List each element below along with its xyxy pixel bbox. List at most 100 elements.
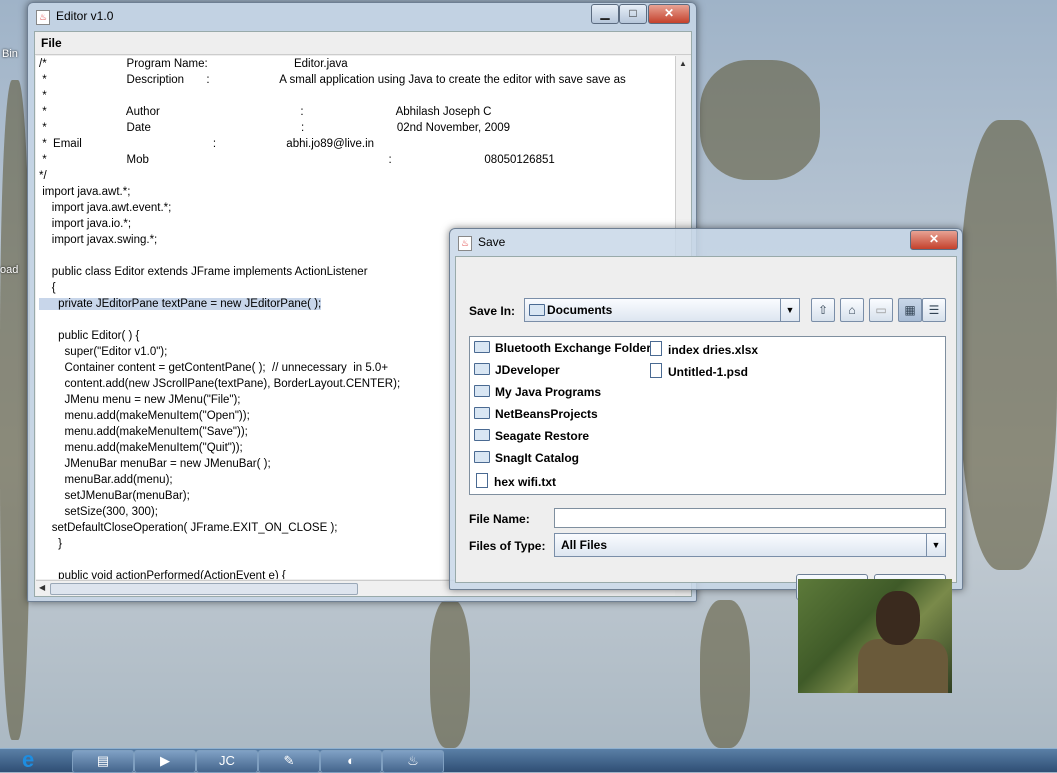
file-list[interactable]: Bluetooth Exchange Folder JDeveloper My Ja… (469, 336, 946, 495)
files-of-type-label: Files of Type: (469, 539, 546, 553)
folder-icon (474, 451, 490, 463)
folder-icon (474, 385, 490, 397)
file-icon (650, 341, 662, 356)
code-line: } (39, 538, 63, 550)
list-item[interactable]: Untitled-1.psd (648, 363, 748, 381)
list-item[interactable]: hex wifi.txt (474, 473, 556, 491)
scroll-up-icon[interactable]: ▲ (679, 59, 687, 68)
code-line: content.add(new JScrollPane(textPane), B… (39, 378, 401, 390)
list-item-label: index dries.xlsx (668, 343, 759, 357)
code-line: * Email : abhi.jo89@live.in (39, 138, 375, 150)
save-dialog-titlebar[interactable]: ♨ Save ✕ (450, 229, 962, 255)
desktop-icon-label[interactable]: Bin (2, 48, 18, 60)
code-line: setDefaultCloseOperation( JFrame.EXIT_ON… (39, 522, 338, 534)
code-line: setJMenuBar(menuBar); (39, 490, 190, 502)
list-item[interactable]: JDeveloper (474, 363, 560, 381)
taskbar-app-button[interactable]: ▶ (134, 750, 196, 773)
code-line: menu.add(makeMenuItem("Quit")); (39, 442, 243, 454)
dialog-title: Save (478, 235, 506, 249)
code-line: * Author : Abhilash Joseph C (39, 106, 492, 118)
taskbar-app-button[interactable]: ♨ (382, 750, 444, 773)
palm-tree-decoration (0, 80, 30, 740)
minimize-button[interactable]: ▁ (591, 4, 619, 24)
folder-icon (474, 363, 490, 375)
file-name-label: File Name: (469, 512, 530, 526)
code-line: /* Program Name: Editor.java (39, 58, 348, 70)
code-line: * Mob : 08050126851 (39, 154, 555, 166)
taskbar-app-icon: JC (219, 753, 235, 768)
photo-person-body (858, 639, 948, 693)
list-item[interactable]: My Java Programs (474, 385, 601, 403)
code-line: JMenuBar menuBar = new JMenuBar( ); (39, 458, 271, 470)
palm-tree-decoration (700, 60, 820, 180)
code-line: import java.awt.*; (39, 186, 131, 198)
save-dialog-client: Save In: Documents ▼ ⇧ ⌂ ▭ ▦ ☰ Bluetooth… (455, 256, 957, 600)
taskbar-app-icon: ♨ (407, 753, 419, 768)
list-item[interactable]: NetBeansProjects (474, 407, 598, 425)
home-button[interactable]: ⌂ (840, 298, 864, 322)
list-item[interactable]: index dries.xlsx (648, 341, 758, 359)
maximize-button[interactable]: □ (619, 4, 647, 24)
folder-icon (529, 304, 545, 316)
palm-tree-decoration (960, 120, 1057, 570)
taskbar-app-button[interactable]: JC (196, 750, 258, 773)
details-view-button[interactable]: ☰ (922, 298, 946, 322)
file-icon (476, 473, 488, 488)
file-icon (650, 363, 662, 378)
code-line: public void actionPerformed(ActionEvent … (39, 570, 286, 579)
chevron-down-icon[interactable]: ▼ (926, 534, 945, 556)
code-line: menu.add(makeMenuItem("Open")); (39, 410, 250, 422)
list-item-label: My Java Programs (495, 385, 602, 399)
files-of-type-combo[interactable]: All Files ▼ (554, 533, 946, 557)
taskbar-app-button[interactable]: ✎ (258, 750, 320, 773)
taskbar-app-button[interactable]: ◐ (320, 750, 382, 773)
code-line: menuBar.add(menu); (39, 474, 173, 486)
start-button[interactable]: e (22, 747, 56, 772)
file-name-input[interactable] (554, 508, 946, 528)
code-line: Container content = getContentPane( ); /… (39, 362, 389, 374)
palm-tree-decoration (700, 600, 750, 748)
list-item-label: JDeveloper (495, 363, 560, 377)
folder-icon (474, 407, 490, 419)
code-line: { (39, 282, 56, 294)
code-line: import java.io.*; (39, 218, 132, 230)
code-line: private JEditorPane textPane = new JEdit… (39, 298, 322, 310)
editor-titlebar[interactable]: ♨ Editor v1.0 ▁ □ ✕ (28, 3, 696, 29)
menu-bar: File (35, 32, 691, 55)
photo-person-face (876, 591, 920, 645)
close-button[interactable]: ✕ (910, 230, 958, 250)
save-in-value: Documents (547, 303, 613, 317)
list-item[interactable]: Seagate Restore (474, 429, 589, 447)
close-button[interactable]: ✕ (648, 4, 690, 24)
taskbar-app-icon: ◐ (347, 753, 355, 768)
code-line: * Description : A small application usin… (39, 74, 626, 86)
java-icon: ♨ (36, 10, 50, 25)
code-line: JMenu menu = new JMenu("File"); (39, 394, 241, 406)
desktop-icon-label[interactable]: oad (0, 264, 18, 276)
new-folder-button[interactable]: ▭ (869, 298, 893, 322)
up-folder-button[interactable]: ⇧ (811, 298, 835, 322)
code-line: * Date : 02nd November, 2009 (39, 122, 511, 134)
save-in-combo[interactable]: Documents ▼ (524, 298, 800, 322)
window-title: Editor v1.0 (56, 9, 114, 23)
folder-icon (474, 341, 490, 353)
chevron-down-icon[interactable]: ▼ (780, 299, 799, 321)
save-dialog: ♨ Save ✕ Save In: Documents ▼ ⇧ ⌂ ▭ ▦ ☰ … (449, 228, 963, 600)
code-line: public class Editor extends JFrame imple… (39, 266, 368, 278)
save-in-label: Save In: (469, 304, 516, 318)
list-item[interactable]: SnagIt Catalog (474, 451, 579, 469)
palm-tree-decoration (430, 600, 470, 748)
list-item[interactable]: Bluetooth Exchange Folder (474, 341, 651, 359)
scroll-left-icon[interactable]: ◀ (39, 583, 45, 592)
folder-icon (474, 429, 490, 441)
code-line: public Editor( ) { (39, 330, 140, 342)
taskbar-app-button[interactable]: ▤ (72, 750, 134, 773)
ie-icon: e (22, 747, 35, 772)
list-item-label: NetBeansProjects (495, 407, 598, 421)
list-view-button[interactable]: ▦ (898, 298, 922, 322)
code-line: super("Editor v1.0"); (39, 346, 168, 358)
menu-file[interactable]: File (41, 36, 62, 50)
files-of-type-value: All Files (561, 538, 608, 552)
list-item-label: Seagate Restore (495, 429, 590, 443)
scrollbar-thumb[interactable] (50, 583, 358, 595)
